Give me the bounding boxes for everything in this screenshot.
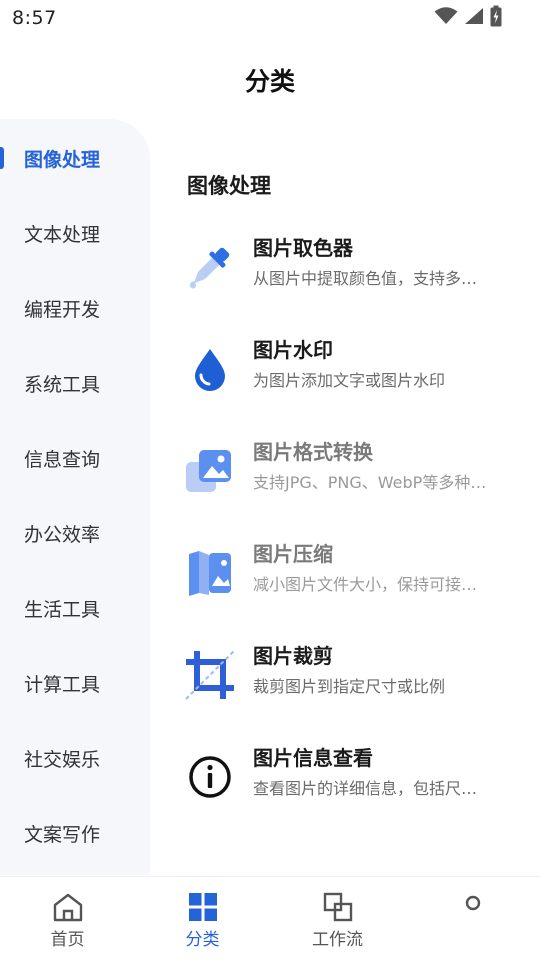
profile-icon bbox=[457, 887, 489, 919]
sidebar-item-text-processing[interactable]: 文本处理 bbox=[0, 208, 150, 258]
tool-description: 为图片添加文字或图片水印 bbox=[253, 371, 446, 390]
active-indicator bbox=[0, 147, 4, 169]
sidebar-item-label: 文案写作 bbox=[24, 823, 101, 846]
tool-item-image-info[interactable]: 图片信息查看 查看图片的详细信息，包括尺… bbox=[180, 741, 520, 813]
nav-label: 工作流 bbox=[312, 930, 363, 950]
tool-description: 查看图片的详细信息，包括尺… bbox=[253, 779, 478, 798]
tool-description: 从图片中提取颜色值，支持多… bbox=[253, 269, 478, 288]
status-time: 8:57 bbox=[12, 7, 57, 29]
nav-workflow[interactable]: 工作流 bbox=[270, 877, 405, 961]
crop-icon bbox=[180, 645, 240, 705]
tool-name: 图片信息查看 bbox=[253, 746, 373, 770]
sidebar-item-social[interactable]: 社交娱乐 bbox=[0, 733, 150, 783]
sidebar-item-label: 编程开发 bbox=[24, 298, 101, 321]
cellular-signal-icon bbox=[464, 7, 484, 29]
sidebar-item-office[interactable]: 办公效率 bbox=[0, 508, 150, 558]
tool-name: 图片裁剪 bbox=[253, 644, 333, 668]
sidebar-item-info-query[interactable]: 信息查询 bbox=[0, 433, 150, 483]
tool-name: 图片水印 bbox=[253, 338, 333, 362]
tool-item-crop[interactable]: 图片裁剪 裁剪图片到指定尺寸或比例 bbox=[180, 639, 520, 711]
tool-description: 减小图片文件大小，保持可接… bbox=[253, 575, 478, 594]
sidebar-item-label: 办公效率 bbox=[24, 523, 101, 546]
sidebar-item-label: 社交娱乐 bbox=[24, 748, 101, 771]
grid-icon bbox=[187, 891, 219, 923]
tool-item-color-picker[interactable]: 图片取色器 从图片中提取颜色值，支持多… bbox=[180, 231, 520, 303]
sidebar-item-label: 文本处理 bbox=[24, 223, 101, 246]
sidebar-item-label: 信息查询 bbox=[24, 448, 101, 471]
tool-name: 图片格式转换 bbox=[253, 440, 373, 464]
tool-item-format-convert[interactable]: 图片格式转换 支持JPG、PNG、WebP等多种… bbox=[180, 435, 520, 507]
home-icon bbox=[52, 891, 84, 923]
image-convert-icon bbox=[180, 441, 240, 501]
section-title: 图像处理 bbox=[187, 174, 271, 198]
nav-home[interactable]: 首页 bbox=[0, 877, 135, 961]
sidebar-item-label: 系统工具 bbox=[24, 373, 101, 396]
tool-description: 裁剪图片到指定尺寸或比例 bbox=[253, 677, 446, 696]
sidebar-item-image-processing[interactable]: 图像处理 bbox=[0, 133, 150, 183]
image-compress-icon bbox=[180, 543, 240, 603]
wifi-icon bbox=[434, 7, 458, 29]
sidebar-item-label: 计算工具 bbox=[24, 673, 101, 696]
water-drop-icon bbox=[180, 339, 240, 399]
sidebar-item-label: 图像处理 bbox=[24, 148, 101, 171]
tool-name: 图片压缩 bbox=[253, 542, 333, 566]
tool-item-compress[interactable]: 图片压缩 减小图片文件大小，保持可接… bbox=[180, 537, 520, 609]
bottom-nav: 首页 分类 工作流 bbox=[0, 876, 540, 961]
nav-profile[interactable] bbox=[405, 877, 540, 961]
eyedropper-icon bbox=[180, 237, 240, 297]
battery-charging-icon bbox=[490, 5, 502, 31]
sidebar-item-calculation[interactable]: 计算工具 bbox=[0, 658, 150, 708]
tool-description: 支持JPG、PNG、WebP等多种… bbox=[253, 473, 487, 492]
sidebar-item-copywriting[interactable]: 文案写作 bbox=[0, 808, 150, 858]
sidebar-item-life-tools[interactable]: 生活工具 bbox=[0, 583, 150, 633]
status-icons bbox=[434, 5, 502, 31]
nav-category[interactable]: 分类 bbox=[135, 877, 270, 961]
sidebar-item-system-tools[interactable]: 系统工具 bbox=[0, 358, 150, 408]
tool-item-watermark[interactable]: 图片水印 为图片添加文字或图片水印 bbox=[180, 333, 520, 405]
nav-label: 分类 bbox=[185, 930, 220, 950]
sidebar-item-label: 生活工具 bbox=[24, 598, 101, 621]
info-icon bbox=[180, 747, 240, 807]
workflow-icon bbox=[322, 891, 354, 923]
nav-label: 首页 bbox=[50, 930, 85, 950]
page-title: 分类 bbox=[244, 67, 295, 96]
category-sidebar: 图像处理 文本处理 编程开发 系统工具 信息查询 办公效率 生活工具 计算工具 … bbox=[0, 119, 150, 875]
sidebar-item-programming[interactable]: 编程开发 bbox=[0, 283, 150, 333]
status-bar: 8:57 bbox=[0, 0, 540, 36]
tool-name: 图片取色器 bbox=[253, 236, 353, 260]
